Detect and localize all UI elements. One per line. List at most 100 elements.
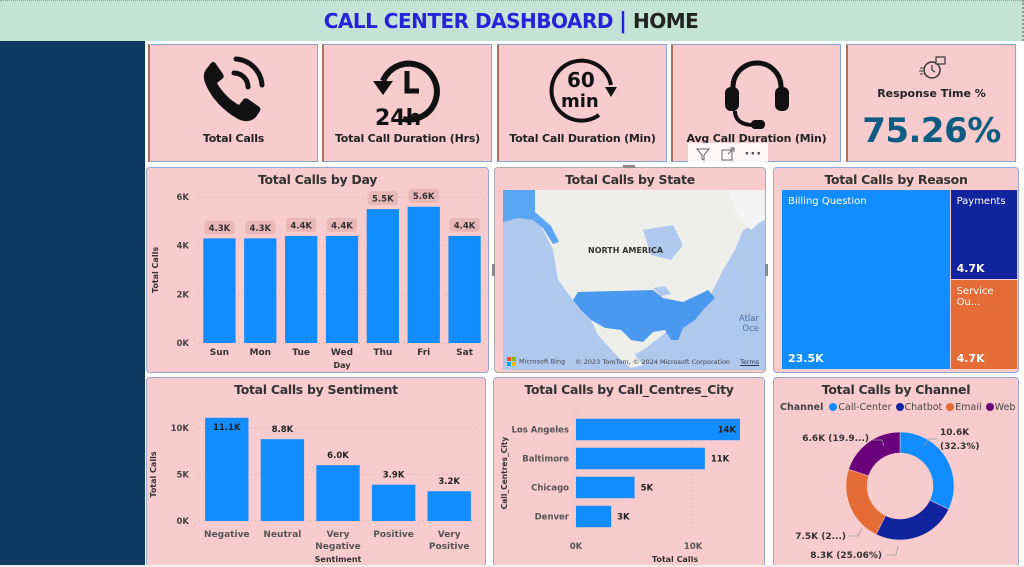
data-label: 6.0K [327,451,349,461]
dashboard-root: CALL CENTER DASHBOARD | HOME Total Calls… [0,0,1024,567]
y-tick-label: 2K [176,290,189,300]
treemap-value: 23.5K [788,352,824,365]
bar[interactable] [448,235,481,343]
bar[interactable] [244,238,277,343]
data-label: 14K [718,426,737,436]
y-axis-title: Total Calls [149,451,158,497]
bar[interactable] [366,209,399,343]
sidebar-panel [0,41,145,565]
data-label: 6.6K (19.9...) [802,434,869,444]
map-canvas[interactable]: NORTH AMERICA Atlar Oce Microsoft Bing ©… [503,190,765,370]
chart-calls-by-city[interactable]: Total Calls by Call_Centres_City 0K 10K 14… [493,377,765,567]
bar[interactable] [576,447,705,470]
data-label: 4.3K [249,224,271,234]
treemap-label: Payments [956,196,1006,207]
x-tick-label: Very [327,530,350,540]
bar[interactable] [427,491,471,521]
resize-handle[interactable] [765,264,768,276]
kpi-card-duration-min[interactable]: 60 min Total Call Duration (Min) [497,44,667,162]
donut-slice[interactable] [875,499,950,541]
chart-title: Total Calls by Reason [824,172,968,187]
treemap-cell[interactable]: Service Ou... 4.7K [950,280,1017,369]
data-label: 5.6K [413,192,435,202]
x-axis-title: Sentiment [315,555,362,564]
filter-icon[interactable] [692,144,713,164]
kpi-card-duration-hrs[interactable]: 24h Total Call Duration (Hrs) [322,44,492,162]
bar[interactable] [205,417,249,521]
y-axis-title: Total Calls [151,247,160,293]
bing-logo: Microsoft Bing [507,357,565,366]
x-axis-title: Total Calls [652,555,698,564]
resize-handle[interactable] [623,165,635,168]
x-tick-label: Neutral [263,530,301,540]
x-tick-label: 0K [570,542,583,552]
ocean-label-line: Atlar [738,314,759,324]
data-label: 8.3K (25.06%) [810,551,882,561]
bar[interactable] [576,418,740,441]
stopwatch-chat-icon [919,56,946,79]
title-bar: CALL CENTER DASHBOARD | HOME [0,0,1024,41]
kpi-label: Total Call Duration (Hrs) [334,132,481,145]
svg-text:24h: 24h [375,106,421,131]
data-label: 5.5K [372,195,394,205]
x-tick-label: Wed [331,348,353,358]
treemap-cell[interactable]: Billing Question 23.5K [782,190,950,369]
chart-title: Total Calls by State [565,172,695,187]
focus-mode-icon[interactable] [717,144,738,164]
ocean-label-line: Oce [742,324,759,334]
x-tick-label: Sat [456,348,474,358]
kpi-card-response-time[interactable]: Response Time % 75.26% [846,44,1016,162]
donut-chart-channel: 10.6K (32.3%) 6.6K (19.9...) 7.5K (2...) 8.3… [795,428,979,561]
bar-chart-day: 0K 2K 4K 6K 4.3K Sun 4.3K Mon 4.4K Tue 4.4K Wed 5.5K… [151,188,485,370]
x-axis-title: Day [333,361,351,370]
bar-chart-sentiment: 0K 5K 10K 11.1K Negative 8.8K Neutral 6.0K Very N… [149,417,477,564]
leader-line [886,545,899,556]
map-copyright: © 2023 TomTom, © 2024 Microsoft Corporat… [575,357,731,366]
chart-calls-by-day[interactable]: Total Calls by Day 0K 2K 4K 6K 4.3K Sun 4.3K Mo… [146,167,489,373]
chart-calls-by-channel[interactable]: Total Calls by Channel Channel Call-Cent… [773,377,1019,567]
x-tick-label: Mon [250,348,272,358]
data-label: 3.9K [383,471,405,481]
more-options-icon[interactable]: ··· [743,144,764,164]
data-label: (32.3%) [940,442,979,452]
bar[interactable] [203,238,236,343]
data-label: 11K [711,455,730,465]
data-label: 4.3K [209,224,231,234]
x-tick-label: 10K [684,542,703,552]
bar[interactable] [576,476,635,499]
clock-24h-icon: 24h [372,60,440,131]
data-label: 3.2K [438,477,460,487]
x-tick-label: Tue [292,348,310,358]
visual-header-toolbar: ··· [688,143,768,165]
bar[interactable] [407,206,440,343]
y-axis-title: Call_Centres_City [500,437,509,510]
bar[interactable] [371,484,416,521]
map-calls-by-state[interactable]: Total Calls by State NORTH AMERICA Atlar… [492,165,768,373]
bar[interactable] [576,505,612,528]
map-attribution: Microsoft Bing © 2023 TomTom, © 2024 Mic… [507,357,761,366]
chart-calls-by-sentiment[interactable]: Total Calls by Sentiment 0K 5K 10K 11.1K Neg… [146,377,486,567]
treemap-label: Billing Question [788,196,867,207]
treemap-cell[interactable]: Payments 4.7K [950,190,1017,279]
treemap-calls-by-reason[interactable]: Total Calls by Reason Billing Question 23… [773,167,1019,373]
resize-handle[interactable] [492,264,495,276]
treemap-value: 4.7K [956,262,985,275]
donut-slice[interactable] [845,468,886,535]
x-tick-label: Sun [210,348,229,358]
map-terms-link[interactable]: Terms [740,358,759,366]
x-tick-label: Very [438,530,461,540]
bar[interactable] [285,235,318,343]
bar[interactable] [325,235,359,343]
x-tick-label: Positive [429,542,470,552]
x-tick-label: Fri [417,348,430,358]
bar[interactable] [260,439,305,521]
bar[interactable] [316,465,360,521]
kpi-label: Response Time % [877,87,986,100]
map-region-label: NORTH AMERICA [588,246,664,255]
headset-icon [724,60,789,129]
data-label: 5K [641,484,654,494]
x-tick-label: Negative [204,530,250,540]
kpi-card-total-calls[interactable]: Total Calls [148,44,318,162]
y-tick-label: Los Angeles [512,426,570,436]
treemap-area: Billing Question 23.5K Payments 4.7K Service… [782,190,1018,370]
